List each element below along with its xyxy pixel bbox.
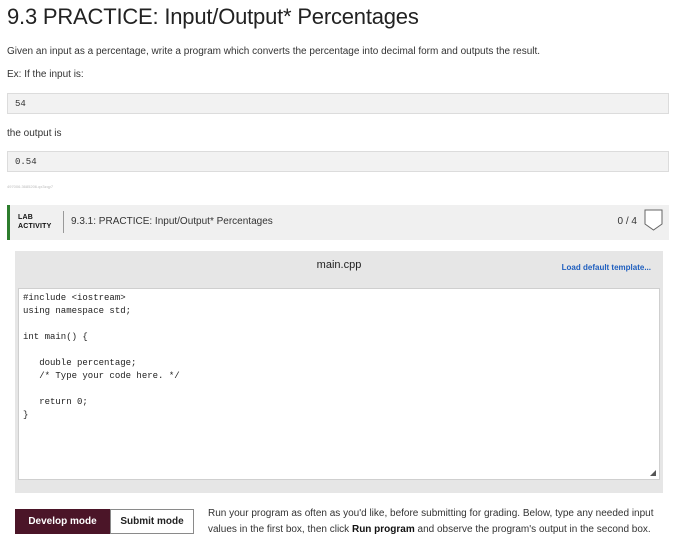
example-output-box: 0.54 — [7, 151, 669, 172]
lab-divider — [63, 211, 64, 233]
activity-id: 497006.3685206.qx3zqy7 — [7, 184, 54, 189]
badge-shield-icon — [644, 209, 663, 231]
problem-description: Given an input as a percentage, write a … — [7, 46, 541, 57]
code-line: return 0; — [23, 397, 88, 407]
output-intro: the output is — [7, 128, 62, 139]
example-input-box: 54 — [7, 93, 669, 114]
page-title: 9.3 PRACTICE: Input/Output* Percentages — [7, 4, 419, 29]
lab-title: 9.3.1: PRACTICE: Input/Output* Percentag… — [71, 216, 273, 227]
run-note-part2: and observe the program's output in the … — [414, 524, 651, 535]
example-intro: Ex: If the input is: — [7, 69, 84, 80]
lab-tag-line1: LAB — [18, 214, 33, 221]
run-instructions: Run your program as often as you'd like,… — [208, 506, 663, 538]
develop-mode-button[interactable]: Develop mode — [15, 509, 110, 534]
submit-mode-button[interactable]: Submit mode — [110, 509, 194, 534]
lab-tag-line2: ACTIVITY — [18, 223, 52, 230]
code-editor[interactable]: #include <iostream> using namespace std; i… — [18, 288, 660, 480]
code-line: #include <iostream> — [23, 293, 126, 303]
code-line: using namespace std; — [23, 306, 132, 316]
code-line: } — [23, 410, 29, 420]
code-line: /* Type your code here. */ — [23, 371, 180, 381]
code-editor-panel: main.cpp Load default template... #inclu… — [15, 251, 663, 493]
resize-grip-icon[interactable] — [650, 470, 656, 476]
lab-activity-tag: LAB ACTIVITY — [18, 213, 52, 231]
lab-activity-header: LAB ACTIVITY 9.3.1: PRACTICE: Input/Outp… — [7, 205, 669, 240]
code-line: int main() { — [23, 332, 88, 342]
mode-toggle: Develop mode Submit mode — [15, 509, 194, 534]
lab-score: 0 / 4 — [617, 216, 637, 227]
load-default-template-link[interactable]: Load default template... — [562, 263, 651, 272]
run-program-emphasis: Run program — [351, 524, 415, 535]
code-line: double percentage; — [23, 358, 137, 368]
